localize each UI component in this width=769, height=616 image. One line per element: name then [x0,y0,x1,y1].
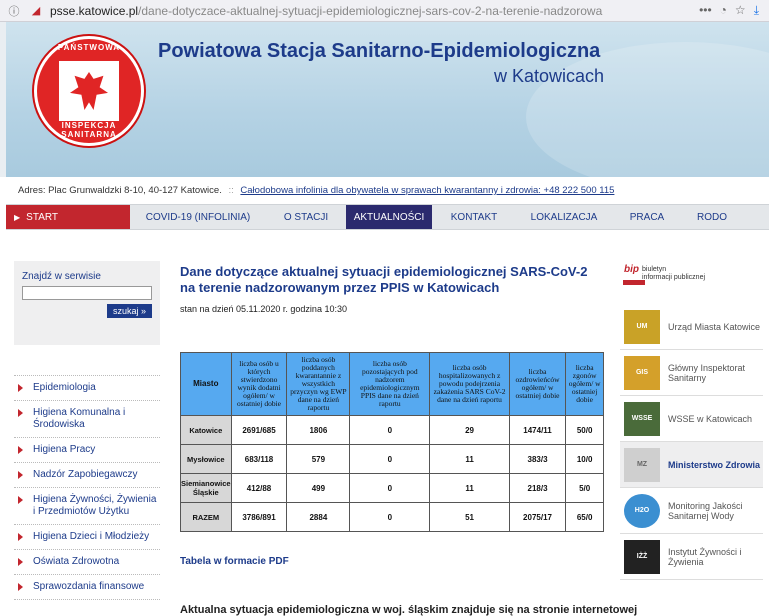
link-instytut[interactable]: IŻŻ Instytut Żywności i Żywienia [620,534,763,580]
bip-link[interactable]: bip biuletyn informacji publicznej [620,264,763,304]
header-banner: PAŃSTWOWA INSPEKCJA SANITARNA Powiatowa … [0,22,769,177]
table-row: Katowice 2691/685 1806 0 29 1474/11 50/0 [180,415,604,445]
logo-bottom-text: INSPEKCJA SANITARNA [61,121,117,139]
nav-start[interactable]: ▶ START [6,205,130,229]
triangle-icon [18,533,23,541]
table-header: Miasto [180,352,232,416]
main-content: Dane dotyczące aktualnej sytuacji epidem… [180,264,637,616]
gis-icon: GIS [624,355,660,390]
table-header: liczba osób hospitalizowanych z powodu p… [429,352,510,416]
wsse-icon: WSSE [624,401,660,436]
link-wsse[interactable]: WSSE WSSE w Katowicach [620,396,763,442]
url-bar[interactable]: psse.katowice.pl/dane-dotyczace-aktualne… [50,4,630,18]
site-subtitle: w Katowicach [494,66,605,86]
sidebar-item-oswiata[interactable]: Oświata Zdrowotna [14,550,160,575]
hotline-link[interactable]: Całodobowa infolinia dla obywatela w spr… [240,185,614,196]
sidebar-item-higiena-komunalna[interactable]: Higiena Komunalna i Środowiska [14,401,160,438]
status-date: stan na dzień 05.11.2020 r. godzina 10:3… [180,304,347,314]
article-heading: Dane dotyczące aktualnej sytuacji epidem… [180,264,588,295]
browser-toolbar: ⓘ ◢ psse.katowice.pl/dane-dotyczace-aktu… [0,0,769,22]
eagle-icon [70,72,108,110]
site: PAŃSTWOWA INSPEKCJA SANITARNA Powiatowa … [0,22,769,616]
table-header: liczba osób poddanych kwarantannie z wsz… [286,352,351,416]
nav-o-stacji[interactable]: O STACJI [266,205,346,229]
bip-logo: bip [624,264,639,275]
right-column: bip biuletyn informacji publicznej UM Urz… [620,264,763,580]
search-label: Znajdź w serwisie [22,271,101,282]
water-drop-icon: H2O [624,493,660,528]
logo-top-text: PAŃSTWOWA [57,43,121,52]
link-monitoring-wody[interactable]: H2O Monitoring Jakości Sanitarnej Wody [620,488,763,534]
covid-table: Miasto liczba osób u których stwierdzono… [180,352,604,532]
nav-rodo[interactable]: RODO [682,205,742,229]
sidebar-item-higiena-dzieci[interactable]: Higiena Dzieci i Młodzieży [14,525,160,550]
sidebar-item-epidemiologia[interactable]: Epidemiologia [14,376,160,401]
table-row: Siemianowice Śląskie 412/88 499 0 11 218… [180,473,604,503]
link-gis[interactable]: GIS Główny Inspektorat Sanitarny [620,350,763,396]
table-header: liczba ozdrowieńców ogółem/ w ostatniej … [508,352,567,416]
sidebar-menu: Epidemiologia Higiena Komunalna i Środow… [14,375,160,600]
triangle-icon [18,384,23,392]
play-icon: ▶ [14,212,21,222]
more-icon[interactable]: ••• [699,3,712,18]
bottom-text: Aktualna sytuacja epidemiologiczna w woj… [180,604,638,616]
address-bar: Adres: Plac Grunwaldzki 8-10, 40-127 Kat… [18,185,615,196]
nav-praca[interactable]: PRACA [612,205,682,229]
main-nav: ▶ START COVID-19 (INFOLINIA) O STACJI AKT… [6,204,769,230]
table-row: RAZEM 3786/891 2884 0 51 2075/17 65/0 [180,502,604,532]
search-button[interactable]: szukaj » [106,304,152,318]
bookmark-star-icon[interactable]: ☆ [735,3,746,18]
nav-covid[interactable]: COVID-19 (INFOLINIA) [130,205,266,229]
table-row: Mysłowice 683/118 579 0 11 383/3 10/0 [180,444,604,474]
nav-lokalizacja[interactable]: LOKALIZACJA [516,205,612,229]
eagle-emblem-icon: MZ [624,447,660,482]
sidebar-item-sprawozdania[interactable]: Sprawozdania finansowe [14,575,160,600]
link-ministerstwo[interactable]: MZ Ministerstwo Zdrowia [620,442,763,488]
sidebar-item-higiena-zywnosci[interactable]: Higiena Żywności, Żywienia i Przedmiotów… [14,488,160,525]
triangle-icon [18,471,23,479]
triangle-icon [18,496,23,504]
table-header: liczba osób pozostających pod nadzorem e… [349,352,431,416]
nav-aktualnosci[interactable]: AKTUALNOŚCI [346,205,432,229]
table-header: liczba zgonów ogółem/ w ostatniej dobie [565,352,604,416]
pocket-icon[interactable]: ◔ [720,3,727,18]
table-header: liczba osób u których stwierdzono wynik … [230,352,288,416]
sidebar-item-nadzor[interactable]: Nadzór Zapobiegawczy [14,463,160,488]
download-icon[interactable]: ⤓ [754,3,759,18]
triangle-icon [18,583,23,591]
triangle-icon [18,409,23,417]
site-title: Powiatowa Stacja Sanitarno-Epidemiologic… [158,40,601,62]
link-urzad-miasta[interactable]: UM Urząd Miasta Katowice [620,304,763,350]
sidebar-item-higiena-pracy[interactable]: Higiena Pracy [14,438,160,463]
inspection-logo[interactable]: PAŃSTWOWA INSPEKCJA SANITARNA [34,36,144,146]
search-box: Znajdź w serwisie szukaj » [14,261,160,345]
nav-kontakt[interactable]: KONTAKT [432,205,516,229]
search-input[interactable] [22,286,152,300]
pdf-link[interactable]: Tabela w formacie PDF [180,556,606,567]
triangle-icon [18,558,23,566]
sidebar: Znajdź w serwisie szukaj » Epidemiologia… [14,261,160,600]
triangle-icon [18,446,23,454]
info-icon[interactable]: ⓘ [6,3,22,19]
site-favicon: ◢ [31,5,41,17]
address-value: Plac Grunwaldzki 8-10, 40-127 Katowice. [48,185,222,196]
city-crest-icon: UM [624,309,660,344]
izz-icon: IŻŻ [624,539,660,574]
